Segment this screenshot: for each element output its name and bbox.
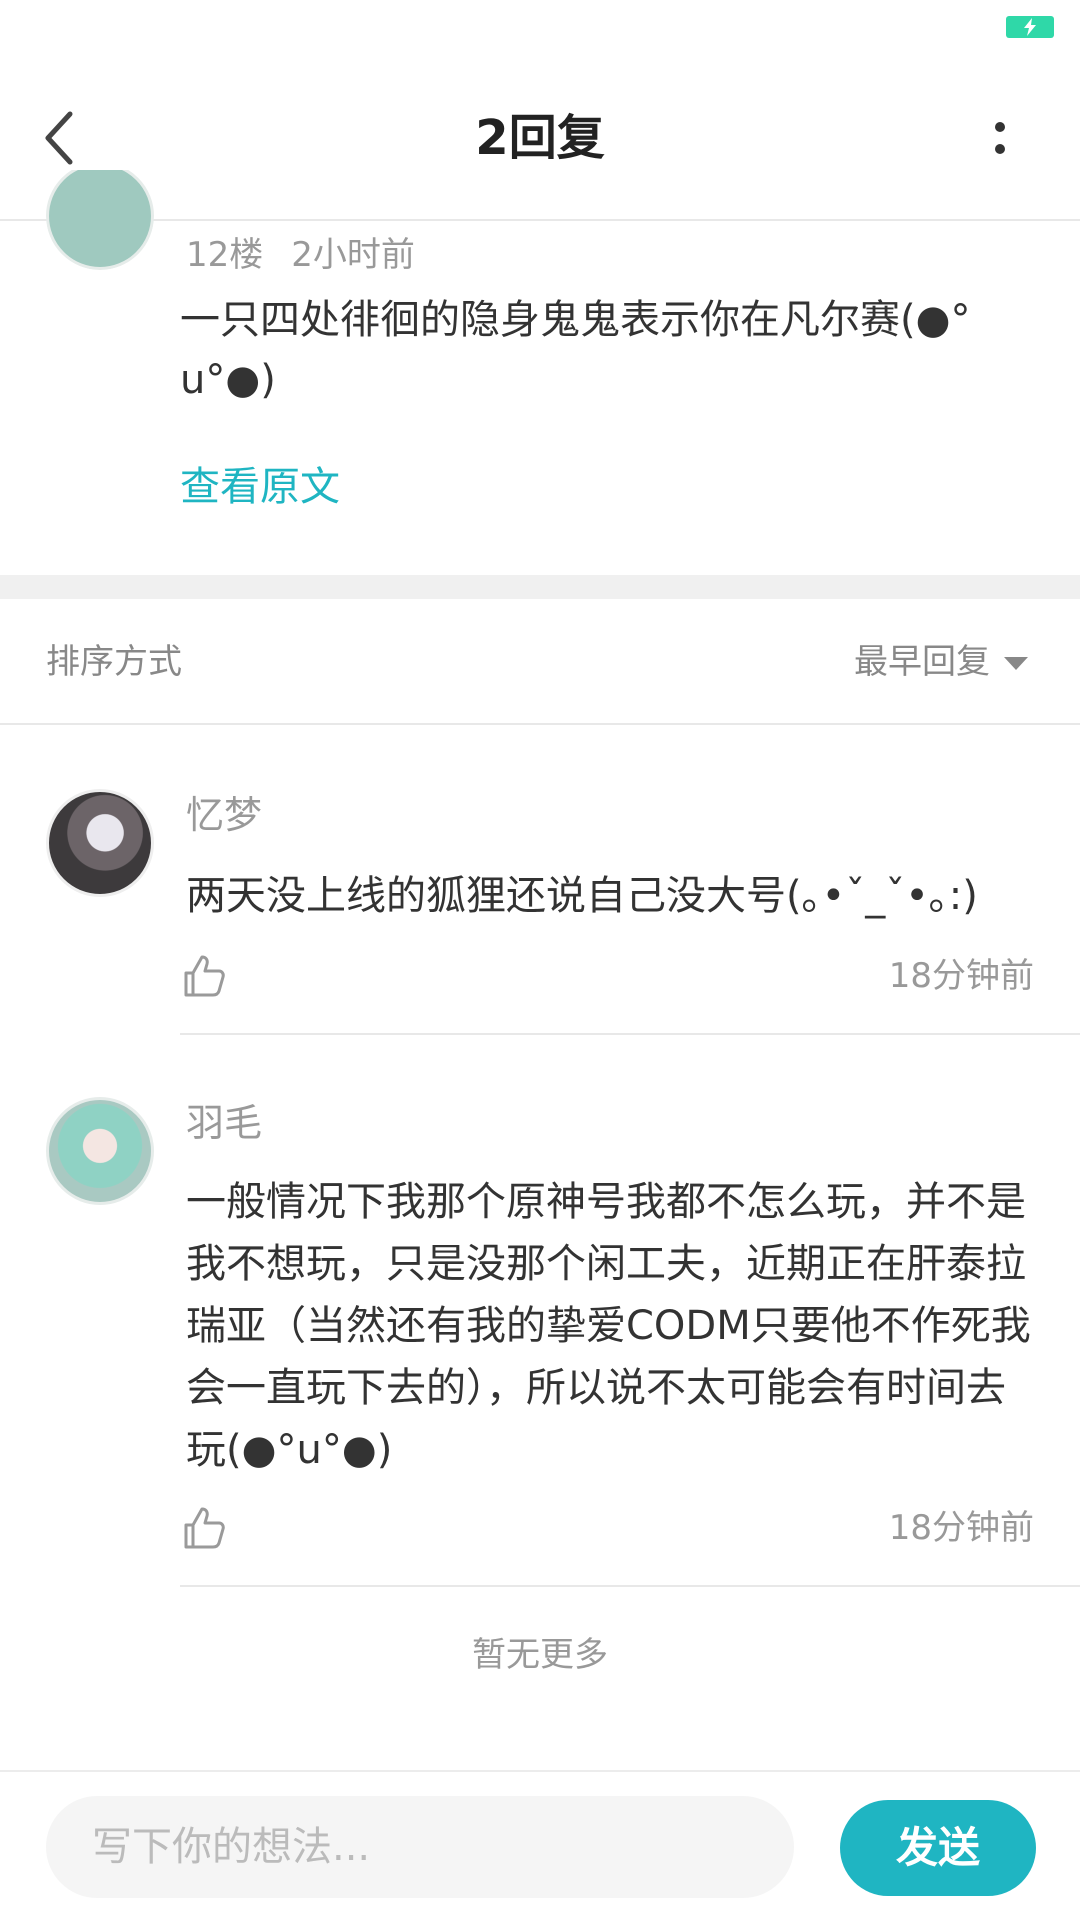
- like-button[interactable]: [182, 1505, 228, 1551]
- reply-time: 18分钟前: [888, 956, 1034, 996]
- sort-row: 排序方式 最早回复: [0, 599, 1080, 725]
- caret-down-icon: [1004, 657, 1028, 670]
- floor-number: 12楼: [186, 235, 264, 275]
- page-title: 2回复: [475, 110, 605, 166]
- view-original-link[interactable]: 查看原文: [180, 460, 340, 514]
- post-time: 2小时前: [291, 235, 415, 275]
- reply-username[interactable]: 羽毛: [186, 1097, 262, 1149]
- battery-charging-icon: [1006, 16, 1054, 38]
- original-post-text: 一只四处徘徊的隐身鬼鬼表示你在凡尔赛(●°u°●): [180, 297, 971, 403]
- original-post-avatar[interactable]: [46, 170, 154, 270]
- thumbs-up-icon: [184, 955, 225, 997]
- reply-divider: [180, 1585, 1080, 1587]
- send-button[interactable]: 发送: [840, 1800, 1036, 1896]
- section-divider: [0, 575, 1080, 599]
- sort-selected-value: 最早回复: [854, 642, 990, 682]
- no-more-label: 暂无更多: [472, 1635, 608, 1675]
- reply-divider: [180, 1033, 1080, 1035]
- sort-label: 排序方式: [46, 642, 182, 682]
- comment-composer: 发送: [0, 1770, 1080, 1920]
- like-button[interactable]: [182, 953, 228, 999]
- status-bar: [0, 0, 1080, 60]
- avatar[interactable]: [46, 1097, 154, 1205]
- reply-username[interactable]: 忆梦: [186, 789, 262, 841]
- avatar[interactable]: [46, 789, 154, 897]
- reply-text: 一般情况下我那个原神号我都不怎么玩，并不是我不想玩，只是没那个闲工夫，近期正在肝…: [186, 1179, 1031, 1473]
- header-bar: 2回复: [0, 60, 1080, 221]
- thumbs-up-icon: [184, 1507, 225, 1549]
- comment-input[interactable]: [46, 1796, 794, 1898]
- reply-text: 两天没上线的狐狸还说自己没大号(｡•ˇ_ˇ•｡:): [186, 873, 978, 919]
- reply-time: 18分钟前: [888, 1508, 1034, 1548]
- more-menu-button[interactable]: [980, 110, 1020, 166]
- original-post-meta: 12楼 2小时前: [186, 232, 415, 278]
- sort-dropdown[interactable]: 最早回复: [854, 639, 1028, 685]
